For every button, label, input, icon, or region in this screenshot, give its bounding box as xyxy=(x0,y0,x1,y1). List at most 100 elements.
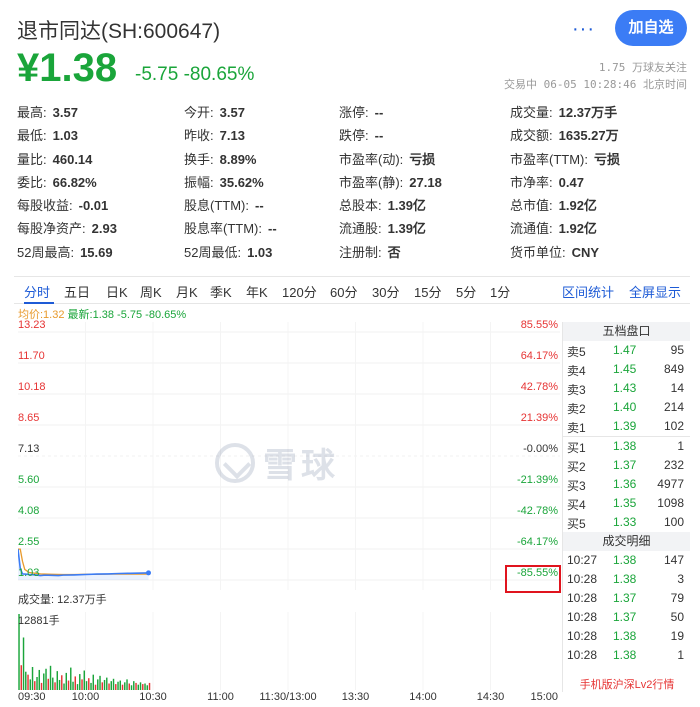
quote-label: 昨收: xyxy=(184,128,214,144)
list-item: 10:28 1.37 50 xyxy=(563,608,690,627)
volume-bar xyxy=(67,680,70,690)
row-volume: 79 xyxy=(670,591,684,605)
y-tick-label-right: 42.78% xyxy=(520,381,558,393)
watermark-text: 雪球 xyxy=(263,447,339,485)
list-item: 10:28 1.38 19 xyxy=(563,627,690,646)
volume-bar xyxy=(52,677,54,690)
quote-value: 1.39亿 xyxy=(387,221,426,237)
quote-value: 1.92亿 xyxy=(558,221,597,237)
quote-value: CNY xyxy=(571,244,600,260)
row-label: 10:28 xyxy=(567,572,598,586)
quote-cell: 今开: 3.57 xyxy=(184,102,339,125)
quote-cell: 股息(TTM): -- xyxy=(184,195,339,218)
row-price: 1.38 xyxy=(613,629,637,643)
list-item: 买3 1.36 4977 xyxy=(563,475,690,494)
tab-period[interactable]: 周K xyxy=(140,282,162,301)
tab-period[interactable]: 季K xyxy=(210,282,232,301)
tab-period[interactable]: 日K xyxy=(106,282,128,301)
volume-bar xyxy=(76,684,79,690)
tab-period[interactable]: 五日 xyxy=(64,282,90,301)
row-price: 1.43 xyxy=(613,381,637,395)
quote-label: 市盈率(动): xyxy=(339,151,404,167)
volume-bar xyxy=(144,683,146,690)
volume-label: 成交量: 12.37万手 xyxy=(18,594,107,606)
volume-bar xyxy=(49,665,52,690)
quote-label: 最高: xyxy=(17,105,47,120)
quote-cell: 股息率(TTM): -- xyxy=(184,218,339,241)
add-to-watchlist-button[interactable]: 加自选 xyxy=(615,10,687,46)
volume-bar xyxy=(61,675,63,690)
row-volume: 1 xyxy=(677,439,684,453)
volume-bar xyxy=(54,682,56,690)
volume-bar xyxy=(22,637,25,690)
quote-cell: 昨收: 7.13 xyxy=(184,125,339,148)
fullscreen-button[interactable]: 全屏显示 xyxy=(629,282,681,301)
volume-bar xyxy=(72,681,74,690)
active-tab-indicator xyxy=(24,302,54,304)
price-change: -5.75 -80.65% xyxy=(135,64,255,85)
quote-cell: 市盈率(动): 亏损 xyxy=(339,149,510,172)
quote-label: 流通值: xyxy=(510,221,553,237)
row-volume: 19 xyxy=(670,629,684,643)
range-stats-button[interactable]: 区间统计 xyxy=(562,282,614,301)
tab-period[interactable]: 年K xyxy=(246,282,268,301)
quote-value: 0.47 xyxy=(558,174,584,190)
quote-label: 最低: xyxy=(17,128,47,144)
volume-bar xyxy=(128,683,130,690)
bid-list: 买1 1.38 1 买2 1.37 232 买3 1.36 4977 买4 1.35 1098 买5 1.… xyxy=(563,437,690,532)
quote-label: 振幅: xyxy=(184,174,214,190)
row-price: 1.37 xyxy=(613,591,637,605)
volume-bar xyxy=(90,682,92,690)
row-price: 1.45 xyxy=(613,362,637,376)
trade-status: 交易中 06-05 10:28:46 北京时间 xyxy=(504,78,687,91)
row-label: 买3 xyxy=(567,479,586,493)
quote-value: 3.57 xyxy=(219,105,245,120)
volume-bar xyxy=(121,684,124,690)
tab-period[interactable]: 5分 xyxy=(456,282,476,301)
volume-bar xyxy=(65,672,67,690)
order-book-title: 五档盘口 xyxy=(563,322,690,341)
lv2-quote-link[interactable]: 手机版沪深Lv2行情 xyxy=(563,676,691,692)
volume-chart[interactable] xyxy=(18,612,560,690)
y-tick-label-right: -21.39% xyxy=(517,474,558,486)
latest-price-dot xyxy=(146,570,151,576)
trades-title: 成交明细 xyxy=(563,532,690,551)
latest-price: 最新:1.38 -5.75 -80.65% xyxy=(67,309,187,321)
tab-period[interactable]: 60分 xyxy=(330,282,357,301)
quote-cell: 总市值: 1.92亿 xyxy=(510,195,687,218)
volume-bar xyxy=(101,682,103,690)
quote-cell: 跌停: -- xyxy=(339,125,510,148)
volume-bar xyxy=(110,681,112,690)
tab-period[interactable]: 月K xyxy=(176,282,198,301)
quote-value: 12.37万手 xyxy=(558,105,618,120)
quote-cell: 流通股: 1.39亿 xyxy=(339,218,510,241)
volume-bar xyxy=(142,684,144,690)
volume-bar xyxy=(85,681,88,690)
row-label: 买2 xyxy=(567,460,586,474)
tab-period[interactable]: 15分 xyxy=(414,282,441,301)
volume-bar xyxy=(139,682,142,690)
y-tick-label-left: 5.60 xyxy=(18,474,40,486)
quote-label: 市盈率(TTM): xyxy=(510,151,588,167)
row-label: 10:28 xyxy=(567,591,598,605)
quote-label: 市盈率(静): xyxy=(339,174,404,190)
quote-cell: 涨停: -- xyxy=(339,102,510,125)
volume-bar xyxy=(58,679,61,690)
tab-period[interactable]: 30分 xyxy=(372,282,399,301)
row-label: 买1 xyxy=(567,441,586,455)
y-tick-label-left: 8.65 xyxy=(18,412,40,424)
row-label: 10:28 xyxy=(567,629,598,643)
volume-bar xyxy=(83,670,85,690)
follower-count[interactable]: 1.75 万球友关注 xyxy=(599,59,687,75)
quote-cell: 量比: 460.14 xyxy=(17,149,184,172)
list-item: 买2 1.37 232 xyxy=(563,456,690,475)
tab-period[interactable]: 分时 xyxy=(24,282,50,301)
tab-period[interactable]: 120分 xyxy=(282,282,317,301)
quote-cell: 换手: 8.89% xyxy=(184,149,339,172)
tab-period[interactable]: 1分 xyxy=(490,282,510,301)
highlight-box xyxy=(505,565,561,593)
row-price: 1.38 xyxy=(613,439,637,453)
quote-label: 货币单位: xyxy=(510,244,566,260)
more-options-icon[interactable]: ··· xyxy=(572,18,595,41)
quote-value: 亏损 xyxy=(409,151,436,167)
